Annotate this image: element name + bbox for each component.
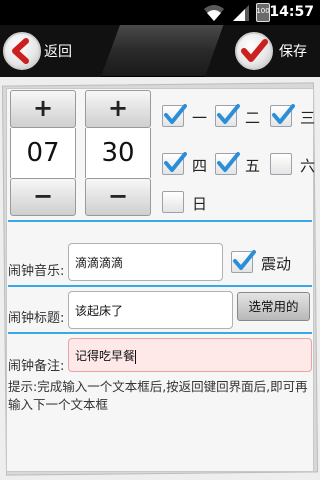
title-bar: 返回 保存 <box>0 25 320 77</box>
note-text: 记得吃早餐 <box>75 349 136 363</box>
divider <box>8 332 312 334</box>
weekday-label: 四 <box>192 157 208 175</box>
weekday-label: 三 <box>300 109 316 127</box>
weekday-label: 日 <box>192 195 208 213</box>
weekday-label: 六 <box>300 157 316 175</box>
hour-stepper: + 07 − <box>10 90 76 216</box>
chevron-left-icon <box>3 32 41 70</box>
back-label: 返回 <box>44 44 72 60</box>
signal-icon <box>233 5 249 21</box>
checkmark-icon <box>233 250 256 270</box>
save-label: 保存 <box>279 44 307 60</box>
minute-value[interactable]: 30 <box>85 128 151 178</box>
weekday-label: 五 <box>245 157 261 175</box>
weekday-sat[interactable]: 六 <box>270 153 316 177</box>
wifi-icon <box>204 5 224 21</box>
checkbox[interactable] <box>215 104 240 127</box>
music-label: 闹钟音乐: <box>8 264 65 279</box>
checkmark-icon <box>164 104 187 124</box>
weekday-tue[interactable]: 二 <box>215 104 265 129</box>
minute-increment-button[interactable]: + <box>85 90 151 128</box>
save-button[interactable]: 保存 <box>205 25 320 77</box>
hour-value[interactable]: 07 <box>10 128 76 178</box>
checkbox[interactable] <box>215 152 240 175</box>
vibrate-toggle[interactable]: 震动 <box>231 250 311 275</box>
note-label: 闹钟备注: <box>8 359 65 374</box>
weekday-wed[interactable]: 三 <box>270 104 316 129</box>
clock: 14:57 <box>269 4 314 20</box>
checkmark-icon <box>272 104 295 124</box>
minute-decrement-button[interactable]: − <box>85 178 151 216</box>
checkbox[interactable] <box>162 152 187 175</box>
tip-text: 提示:完成输入一个文本框后,按返回键回界面后,即可再输入下一个文本框 <box>8 379 308 412</box>
hour-decrement-button[interactable]: − <box>10 178 76 216</box>
battery-icon: 100 <box>256 3 270 22</box>
weekday-fri[interactable]: 五 <box>215 152 265 177</box>
checkbox[interactable] <box>270 153 292 175</box>
back-button[interactable]: 返回 <box>0 25 120 77</box>
hour-increment-button[interactable]: + <box>10 90 76 128</box>
status-bar: 100 14:57 <box>0 0 320 25</box>
pick-common-button[interactable]: 选常用的 <box>237 292 310 321</box>
minute-stepper: + 30 − <box>85 90 151 216</box>
weekday-sun[interactable]: 日 <box>162 191 212 215</box>
weekday-label: 二 <box>245 109 261 127</box>
checkmark-icon <box>217 152 240 172</box>
text-cursor <box>135 349 137 364</box>
weekday-thu[interactable]: 四 <box>162 152 212 177</box>
vibrate-label: 震动 <box>261 255 292 273</box>
alarm-title-field[interactable]: 该起床了 <box>68 291 233 329</box>
checkmark-icon <box>217 104 240 124</box>
checkbox[interactable] <box>270 104 295 127</box>
divider <box>8 220 312 222</box>
checkmark-icon <box>164 152 187 172</box>
checkmark-icon <box>235 32 273 70</box>
alarm-note-field[interactable]: 记得吃早餐 <box>68 338 312 372</box>
divider <box>8 285 312 287</box>
checkbox[interactable] <box>162 191 184 213</box>
checkbox[interactable] <box>231 250 256 273</box>
weekday-label: 一 <box>192 109 208 127</box>
checkbox[interactable] <box>162 104 187 127</box>
title-label: 闹钟标题: <box>8 311 65 326</box>
weekday-mon[interactable]: 一 <box>162 104 212 129</box>
music-field[interactable]: 滴滴滴滴 <box>68 243 223 281</box>
